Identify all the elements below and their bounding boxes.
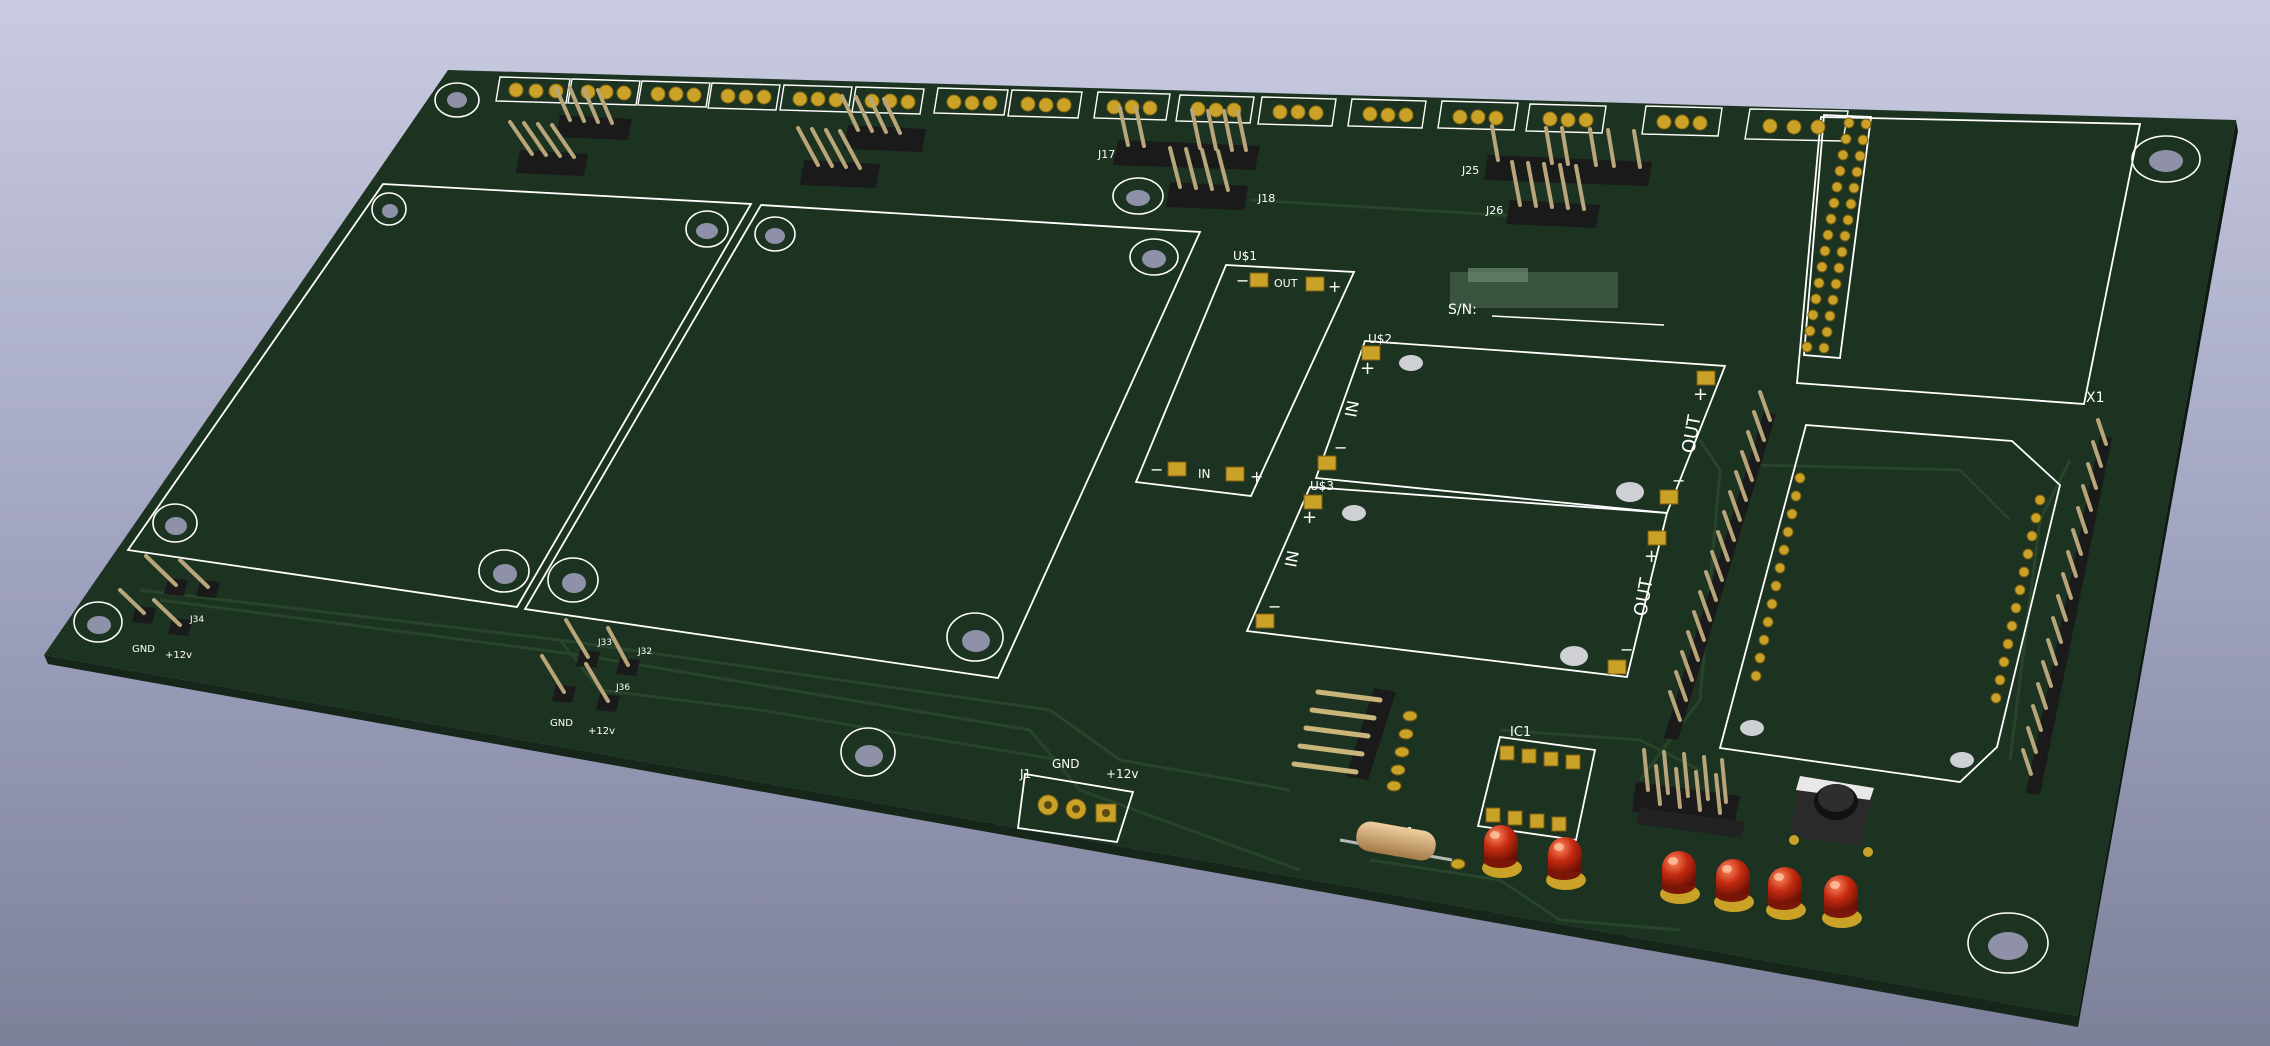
v12-label-left: +12v — [165, 650, 192, 661]
label-x1: X1 — [2086, 390, 2105, 406]
u1-out-label: OUT — [1274, 277, 1298, 290]
u3-in-label: IN — [1281, 549, 1303, 569]
label-u1: U$1 — [1233, 249, 1257, 263]
gnd-label-mid: GND — [550, 718, 573, 729]
v12-label-mid: +12v — [588, 726, 615, 737]
svg-text:+: + — [1644, 546, 1659, 567]
pcb-3d-scene: J17 J18 J25 J26 S/N: U$1 − OUT + − IN + … — [44, 70, 2238, 1027]
gnd-label-left: GND — [132, 644, 155, 655]
j1-gnd-label: GND — [1052, 757, 1080, 771]
label-j25: J25 — [1461, 164, 1479, 177]
svg-text:−: − — [1620, 640, 1633, 659]
svg-text:+: + — [1693, 384, 1708, 405]
u1-in-label: IN — [1198, 467, 1211, 481]
label-j18: J18 — [1257, 192, 1275, 205]
svg-text:+: + — [1328, 277, 1341, 296]
label-j17: J17 — [1097, 148, 1115, 161]
label-j26: J26 — [1485, 204, 1503, 217]
label-j1: J1 — [1019, 767, 1031, 781]
svg-text:J34: J34 — [189, 615, 204, 625]
label-u2: U$2 — [1368, 332, 1392, 346]
svg-text:+: + — [1250, 467, 1263, 486]
svg-text:−: − — [1268, 597, 1281, 616]
svg-text:J33: J33 — [597, 638, 612, 648]
svg-text:−: − — [1334, 438, 1347, 457]
j1-12v-label: +12v — [1106, 767, 1138, 781]
svg-text:−: − — [1150, 460, 1163, 479]
svg-text:J36: J36 — [615, 683, 630, 693]
sn-label: S/N: — [1448, 302, 1477, 318]
label-ic1: IC1 — [1510, 725, 1531, 740]
svg-text:J32: J32 — [637, 647, 652, 657]
u2-in-label: IN — [1341, 399, 1363, 419]
label-u3: U$3 — [1310, 479, 1334, 493]
svg-text:−: − — [1236, 271, 1249, 290]
svg-text:+: + — [1360, 358, 1375, 379]
svg-text:+: + — [1302, 507, 1317, 528]
svg-text:−: − — [1672, 471, 1685, 490]
